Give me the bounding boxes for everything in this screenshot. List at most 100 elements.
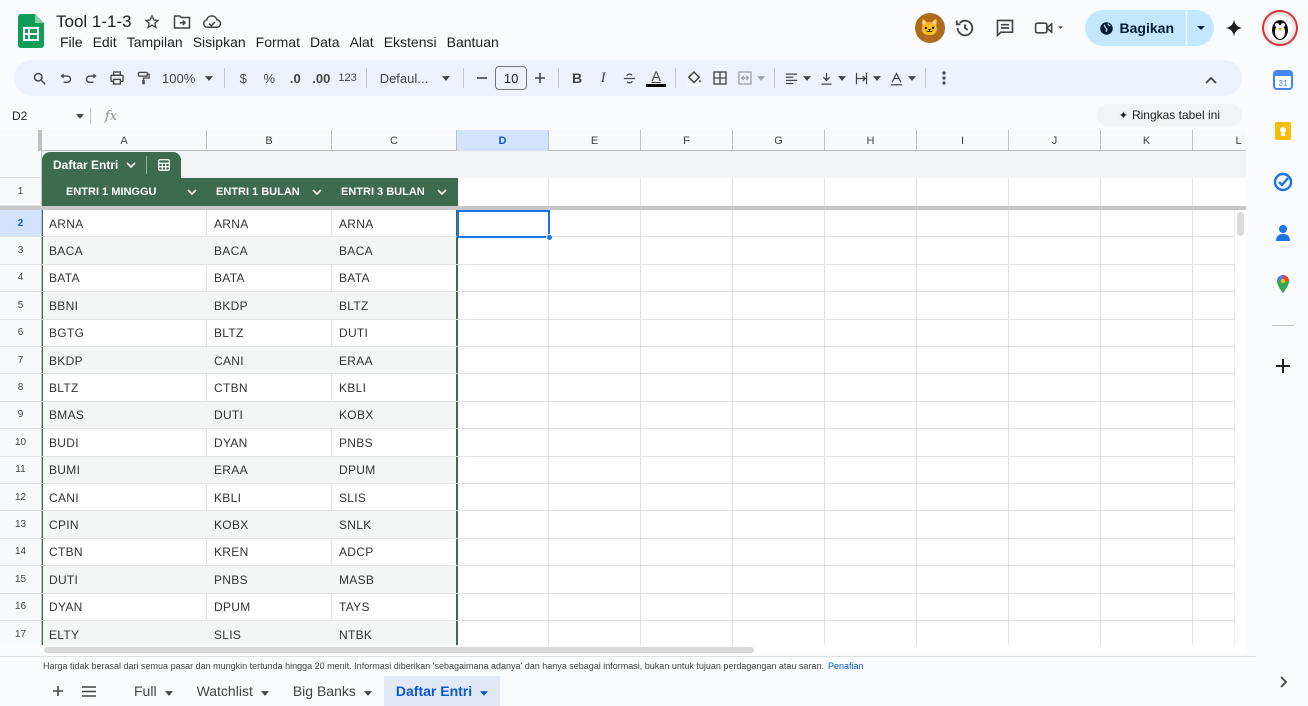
maps-icon[interactable]: [1273, 274, 1293, 294]
table-name-chip[interactable]: Daftar Entri: [42, 152, 182, 178]
row-header-14[interactable]: 14: [0, 538, 42, 567]
column-dropdown-icon[interactable]: [312, 186, 322, 198]
table-cell[interactable]: BMAS: [42, 402, 207, 429]
table-cell[interactable]: DPUM: [332, 457, 457, 484]
select-all-corner[interactable]: [0, 130, 42, 151]
table-cell[interactable]: DUTI: [332, 320, 457, 347]
font-size-input[interactable]: 10: [495, 66, 528, 90]
get-addons-icon[interactable]: [1273, 356, 1293, 376]
table-cell[interactable]: DYAN: [42, 594, 207, 621]
table-cell[interactable]: BUDI: [42, 429, 207, 456]
sheet-menu-chevron-icon[interactable]: [260, 683, 269, 699]
sheet-menu-chevron-icon[interactable]: [164, 683, 173, 699]
column-header-j[interactable]: J: [1009, 130, 1101, 151]
bold-button[interactable]: B: [564, 64, 590, 92]
table-cell[interactable]: ARNA: [42, 210, 207, 237]
table-cell[interactable]: SLIS: [332, 484, 457, 511]
sheet-menu-chevron-icon[interactable]: [480, 683, 489, 699]
table-cell[interactable]: ARNA: [207, 210, 332, 237]
share-main-button[interactable]: Bagikan: [1085, 10, 1186, 46]
row-header-15[interactable]: 15: [0, 566, 42, 594]
column-header-l[interactable]: L: [1193, 130, 1246, 151]
table-cell[interactable]: SLIS: [207, 621, 332, 645]
text-color-button[interactable]: A: [642, 64, 670, 92]
table-cell[interactable]: TAYS: [332, 594, 457, 621]
table-cell[interactable]: ADCP: [332, 539, 457, 566]
menu-view[interactable]: Tampilan: [123, 34, 187, 50]
column-dropdown-icon[interactable]: [437, 186, 447, 198]
tasks-icon[interactable]: [1273, 172, 1293, 192]
table-cell[interactable]: CPIN: [42, 511, 207, 538]
undo-icon[interactable]: [52, 64, 78, 92]
merge-cells-icon[interactable]: [733, 64, 769, 92]
table-cell[interactable]: BACA: [42, 237, 207, 264]
text-rotation-icon[interactable]: [885, 64, 920, 92]
row-header-12[interactable]: 12: [0, 484, 42, 512]
row-header-4[interactable]: 4: [0, 264, 42, 293]
table-cell[interactable]: KOBX: [332, 402, 457, 429]
column-header-f[interactable]: F: [641, 130, 733, 151]
version-history-icon[interactable]: [945, 8, 985, 48]
menu-extensions[interactable]: Ekstensi: [380, 34, 441, 50]
column-header-i[interactable]: I: [917, 130, 1009, 151]
menu-file[interactable]: File: [56, 34, 87, 50]
sheets-logo-icon[interactable]: [18, 14, 44, 48]
show-side-panel-icon[interactable]: [1273, 672, 1293, 692]
menu-format[interactable]: Format: [252, 34, 304, 50]
cloud-status-icon[interactable]: [202, 12, 222, 32]
share-dropdown[interactable]: [1186, 10, 1214, 46]
table-cell[interactable]: DYAN: [207, 429, 332, 456]
table-cell[interactable]: BUMI: [42, 457, 207, 484]
table-column-header[interactable]: ENTRI 3 BULAN: [332, 178, 457, 206]
column-dropdown-icon[interactable]: [187, 186, 197, 198]
table-cell[interactable]: BLTZ: [207, 320, 332, 347]
fill-color-icon[interactable]: [681, 64, 707, 92]
table-cell[interactable]: BKDP: [42, 347, 207, 374]
horizontal-scrollbar[interactable]: [42, 645, 1247, 655]
table-cell[interactable]: BGTG: [42, 320, 207, 347]
row-header-6[interactable]: 6: [0, 319, 42, 347]
column-header-e[interactable]: E: [549, 130, 641, 151]
active-cell-selection[interactable]: [457, 210, 550, 238]
table-cell[interactable]: BLTZ: [332, 292, 457, 319]
table-cell[interactable]: BATA: [332, 265, 457, 292]
table-cell[interactable]: BACA: [332, 237, 457, 264]
table-column-header[interactable]: ENTRI 1 MINGGU: [42, 178, 207, 206]
row-header-7[interactable]: 7: [0, 347, 42, 375]
sheet-tab[interactable]: Big Banks: [281, 676, 384, 706]
menu-tools[interactable]: Alat: [346, 34, 378, 50]
column-header-d[interactable]: D: [457, 130, 549, 151]
column-header-g[interactable]: G: [733, 130, 825, 151]
strikethrough-icon[interactable]: [616, 64, 642, 92]
table-cell[interactable]: ELTY: [42, 621, 207, 645]
row-header-8[interactable]: 8: [0, 374, 42, 402]
font-select[interactable]: Defaul...: [372, 64, 458, 92]
sheet-menu-chevron-icon[interactable]: [363, 683, 372, 699]
table-cell[interactable]: ARNA: [332, 210, 457, 237]
table-cell[interactable]: KBLI: [332, 374, 457, 401]
table-menu-chevron-icon[interactable]: [126, 162, 146, 168]
all-sheets-icon[interactable]: [72, 677, 106, 705]
column-header-c[interactable]: C: [332, 130, 457, 151]
table-cell[interactable]: NTBK: [332, 621, 457, 645]
table-cell[interactable]: BATA: [42, 265, 207, 292]
table-cell[interactable]: ERAA: [332, 347, 457, 374]
currency-format-button[interactable]: $: [230, 64, 256, 92]
star-icon[interactable]: [142, 12, 162, 32]
gemini-sparkle-icon[interactable]: [1214, 8, 1254, 48]
row-header-3[interactable]: 3: [0, 237, 42, 265]
meet-video-icon[interactable]: [1025, 8, 1075, 48]
menu-data[interactable]: Data: [306, 34, 344, 50]
calendar-icon[interactable]: 31: [1273, 70, 1293, 90]
table-cell[interactable]: CANI: [207, 347, 332, 374]
table-cell[interactable]: PNBS: [332, 429, 457, 456]
row-header-1[interactable]: 1: [0, 178, 42, 206]
contacts-icon[interactable]: [1273, 223, 1293, 243]
table-cell[interactable]: SNLK: [332, 511, 457, 538]
frozen-row-divider[interactable]: [0, 206, 1246, 210]
row-header-2[interactable]: 2: [0, 210, 42, 238]
table-cell[interactable]: BATA: [207, 265, 332, 292]
name-box[interactable]: D2: [0, 109, 90, 123]
add-sheet-icon[interactable]: [44, 677, 72, 705]
column-header-a[interactable]: A: [42, 130, 207, 151]
